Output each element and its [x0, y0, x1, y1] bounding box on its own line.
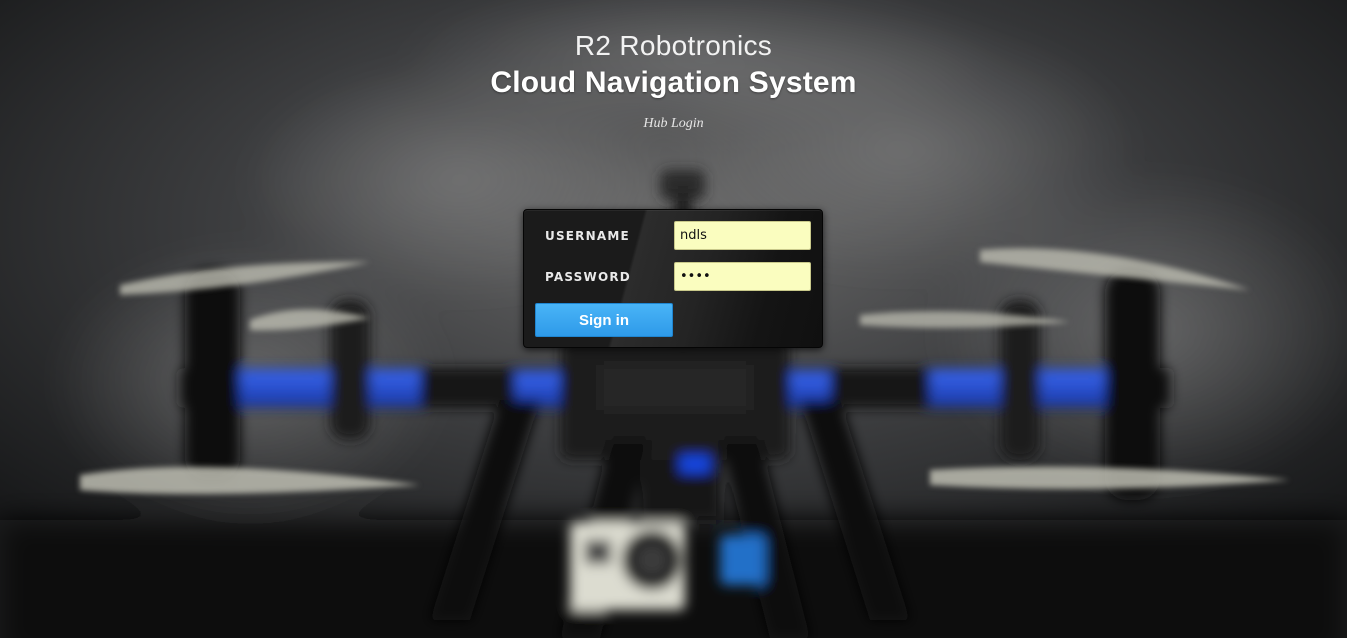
- login-form: USERNAME PASSWORD Sign in: [523, 209, 823, 348]
- sign-in-button[interactable]: Sign in: [535, 303, 673, 337]
- password-label: PASSWORD: [545, 270, 631, 284]
- brand-name: R2 Robotronics: [574, 30, 773, 61]
- page-subtitle: Hub Login: [643, 116, 704, 131]
- password-input[interactable]: [674, 262, 811, 291]
- username-input[interactable]: [674, 221, 811, 250]
- page-title: Cloud Navigation System: [490, 66, 857, 99]
- username-label: USERNAME: [545, 229, 630, 243]
